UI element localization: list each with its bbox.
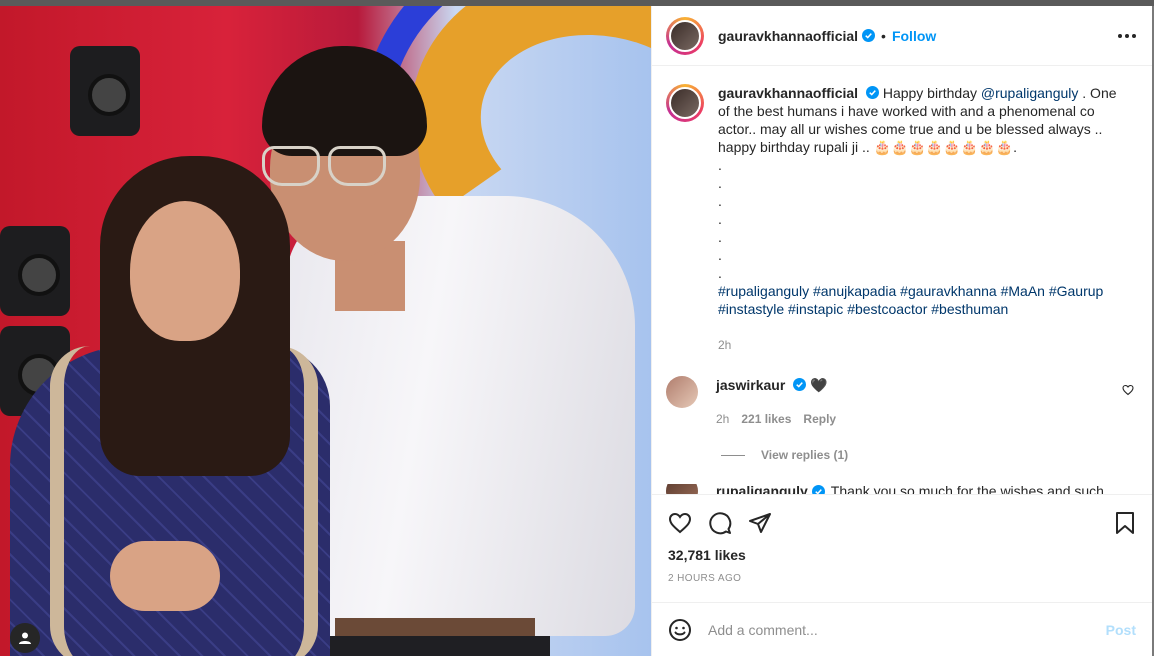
caption-dots: . . . . . . . bbox=[718, 156, 1123, 282]
glasses bbox=[262, 146, 392, 186]
comment-item: rupaliganguly Thank you so much for the … bbox=[666, 484, 1136, 494]
hashtag-link[interactable]: #besthuman bbox=[931, 301, 1008, 317]
verified-badge-icon bbox=[862, 29, 876, 42]
stage-light bbox=[0, 226, 70, 316]
dot-line: . bbox=[718, 229, 722, 245]
post-button[interactable]: Post bbox=[1106, 622, 1136, 638]
pants bbox=[330, 636, 550, 656]
hashtag-link[interactable]: #rupaliganguly bbox=[718, 283, 809, 299]
post-photo[interactable] bbox=[0, 6, 651, 656]
verified-badge-icon bbox=[865, 86, 879, 99]
caption: gauravkhannaofficial Happy birthday @rup… bbox=[666, 84, 1136, 354]
post-header: gauravkhannaofficial • Follow bbox=[652, 6, 1152, 66]
comment-item: jaswirkaur 🖤 2h 221 likes Reply bbox=[666, 376, 1136, 428]
caption-avatar[interactable] bbox=[666, 84, 704, 122]
caption-body: gauravkhannaofficial Happy birthday @rup… bbox=[718, 84, 1123, 354]
post-sidebar: gauravkhannaofficial • Follow gauravkhan… bbox=[651, 6, 1152, 656]
post-actions: 32,781 likes 2 HOURS AGO bbox=[652, 494, 1152, 602]
commenter-avatar[interactable] bbox=[666, 376, 698, 408]
emoji-icon[interactable] bbox=[668, 618, 692, 642]
hashtag-link[interactable]: #gauravkhanna bbox=[900, 283, 997, 299]
author-avatar[interactable] bbox=[666, 16, 704, 55]
hashtag-link[interactable]: #anujkapadia bbox=[813, 283, 896, 299]
comment-meta: 2h 221 likes Reply bbox=[716, 410, 836, 428]
hashtag-link[interactable]: #Gaurup bbox=[1049, 283, 1103, 299]
post-modal: gauravkhannaofficial • Follow gauravkhan… bbox=[0, 6, 1152, 656]
comment-time[interactable]: 2h bbox=[716, 410, 729, 428]
woman-face bbox=[130, 201, 240, 341]
hashtag-link[interactable]: #bestcoactor bbox=[847, 301, 927, 317]
profile-tag-icon[interactable] bbox=[10, 623, 40, 653]
dot-line: . bbox=[718, 247, 722, 263]
comments-section[interactable]: gauravkhannaofficial Happy birthday @rup… bbox=[652, 66, 1152, 494]
heart-icon[interactable] bbox=[1122, 384, 1134, 396]
caption-text: Happy birthday bbox=[882, 85, 981, 101]
author-username[interactable]: gauravkhannaofficial bbox=[718, 28, 858, 44]
more-options-icon[interactable] bbox=[1118, 33, 1136, 38]
caption-time[interactable]: 2h bbox=[718, 336, 1123, 354]
share-icon[interactable] bbox=[748, 511, 772, 535]
comment-input[interactable] bbox=[708, 621, 1106, 638]
reply-button[interactable]: Reply bbox=[803, 410, 836, 428]
commenter-username[interactable]: jaswirkaur bbox=[716, 377, 785, 393]
likes-count[interactable]: 32,781 likes bbox=[668, 547, 1136, 563]
replies-divider bbox=[721, 454, 745, 456]
commenter-username[interactable]: rupaliganguly bbox=[716, 484, 808, 494]
separator: • bbox=[881, 27, 886, 44]
heart-icon[interactable] bbox=[668, 511, 692, 535]
commenter-avatar[interactable] bbox=[666, 484, 698, 494]
woman-hands bbox=[110, 541, 220, 611]
verified-badge-icon bbox=[793, 378, 807, 391]
dot-line: . bbox=[718, 157, 722, 173]
dot-line: . bbox=[718, 211, 722, 227]
comment-body: jaswirkaur 🖤 2h 221 likes Reply bbox=[716, 376, 836, 428]
caption-username[interactable]: gauravkhannaofficial bbox=[718, 85, 858, 101]
comment-likes[interactable]: 221 likes bbox=[741, 410, 791, 428]
dot-line: . bbox=[718, 265, 722, 281]
hashtag-link[interactable]: #MaAn bbox=[1001, 283, 1045, 299]
comment-icon[interactable] bbox=[708, 511, 732, 535]
comment-text: Thank you so much for the wishes and suc… bbox=[830, 484, 1104, 494]
comment-text: 🖤 bbox=[810, 377, 828, 393]
add-comment-bar: Post bbox=[652, 602, 1152, 656]
save-icon[interactable] bbox=[1114, 511, 1136, 535]
dot-line: . bbox=[718, 193, 722, 209]
view-replies-button[interactable]: View replies (1) bbox=[721, 448, 1136, 462]
view-replies-label: View replies (1) bbox=[761, 448, 849, 462]
mention-link[interactable]: @rupaliganguly bbox=[981, 85, 1079, 101]
verified-badge-icon bbox=[811, 484, 825, 494]
stage-light bbox=[70, 46, 140, 136]
hashtag-link[interactable]: #instapic bbox=[788, 301, 843, 317]
posted-time[interactable]: 2 HOURS AGO bbox=[668, 573, 1136, 584]
hashtags: #rupaliganguly #anujkapadia #gauravkhann… bbox=[718, 282, 1123, 318]
dot-line: . bbox=[718, 175, 722, 191]
hashtag-link[interactable]: #instastyle bbox=[718, 301, 784, 317]
follow-button[interactable]: Follow bbox=[892, 28, 936, 44]
action-icons bbox=[668, 509, 1136, 537]
